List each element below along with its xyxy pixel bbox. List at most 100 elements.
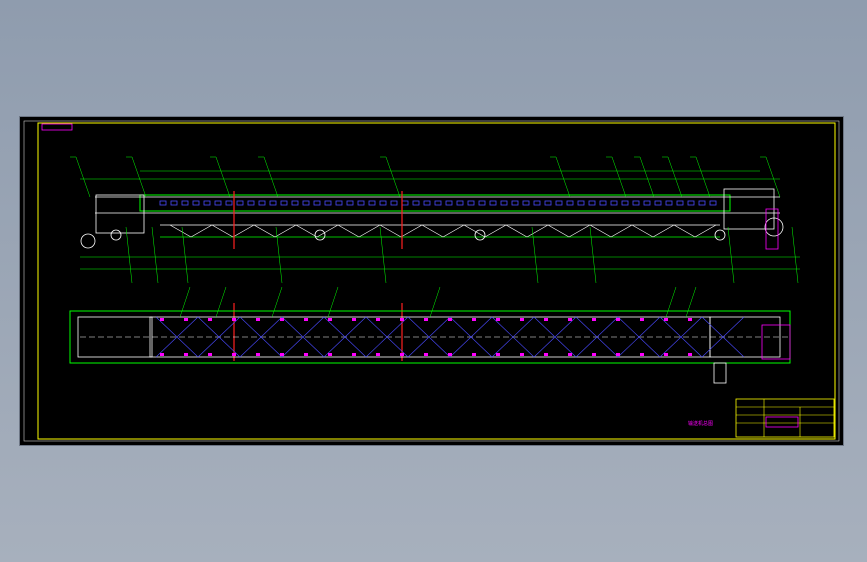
truss-brace [211, 224, 234, 238]
leader-line [531, 226, 539, 284]
cad-viewport[interactable]: 输送机总图 [0, 0, 867, 562]
leader-line [263, 156, 279, 198]
plan-outline [69, 310, 791, 364]
plan-bolt [304, 318, 308, 321]
plan-bolt [616, 353, 620, 356]
plan-bolt [160, 353, 164, 356]
plan-bolt [184, 353, 188, 356]
idler-roller [698, 200, 706, 206]
idler-roller [181, 200, 189, 206]
idler-roller [489, 200, 497, 206]
leader-line [75, 156, 91, 198]
leader-line [791, 226, 799, 284]
idler-roller [368, 200, 376, 206]
plan-bolt [448, 353, 452, 356]
idler-group [159, 200, 717, 206]
truss-brace [484, 224, 507, 238]
truss-brace [463, 224, 486, 238]
drawing-sheet[interactable]: 输送机总图 [20, 117, 843, 445]
truss-brace [673, 224, 696, 238]
plan-bolt [376, 318, 380, 321]
idler-roller [544, 200, 552, 206]
idler-roller [159, 200, 167, 206]
plan-bolt [544, 318, 548, 321]
leader-line [181, 226, 189, 284]
plan-bolt [688, 353, 692, 356]
plan-bolt [232, 353, 236, 356]
drawing-stamp: 输送机总图 [688, 420, 713, 427]
leader-line [555, 156, 571, 198]
plan-drive-unit [761, 324, 791, 360]
idler-roller [335, 200, 343, 206]
idler-roller [599, 200, 607, 206]
plan-bolt [400, 318, 404, 321]
idler-roller [665, 200, 673, 206]
idler-roller [313, 200, 321, 206]
support-wheel [714, 229, 726, 241]
leader-line [271, 286, 283, 318]
plan-bolt [328, 318, 332, 321]
idler-roller [533, 200, 541, 206]
idler-roller [269, 200, 277, 206]
truss-brace [169, 224, 192, 238]
idler-roller [258, 200, 266, 206]
leader-line [685, 286, 697, 318]
idler-roller [555, 200, 563, 206]
idler-roller [434, 200, 442, 206]
support-wheel [110, 229, 122, 241]
plan-bolt [496, 318, 500, 321]
leader-line [589, 226, 597, 284]
idler-roller [291, 200, 299, 206]
truss-brace [442, 224, 465, 238]
plan-bolt [424, 318, 428, 321]
plan-bolt [304, 353, 308, 356]
plan-bolt [208, 318, 212, 321]
idler-roller [676, 200, 684, 206]
plan-bolt [400, 353, 404, 356]
truss-brace [589, 224, 612, 238]
truss-brace [358, 224, 381, 238]
idler-roller [467, 200, 475, 206]
conveyor-drawing[interactable]: 输送机总图 [20, 117, 843, 445]
plan-bolt [472, 318, 476, 321]
idler-roller [643, 200, 651, 206]
idler-roller [170, 200, 178, 206]
idler-roller [456, 200, 464, 206]
plan-bolt [568, 353, 572, 356]
truss-brace [652, 224, 675, 238]
idler-roller [687, 200, 695, 206]
leader-line [125, 226, 133, 284]
plan-bolt [160, 318, 164, 321]
idler-roller [610, 200, 618, 206]
drawing-number-tag [41, 123, 73, 131]
idler-roller [324, 200, 332, 206]
plan-bolt [592, 353, 596, 356]
plan-bolt [448, 318, 452, 321]
idler-roller [302, 200, 310, 206]
truss-brace [379, 224, 402, 238]
idler-roller [632, 200, 640, 206]
idler-roller [203, 200, 211, 206]
truss-brace [253, 224, 276, 238]
idler-roller [566, 200, 574, 206]
plan-motor [713, 362, 727, 384]
leader-line [131, 156, 147, 198]
idler-roller [346, 200, 354, 206]
plan-bolt [280, 353, 284, 356]
idler-roller [522, 200, 530, 206]
elevation-view [70, 156, 800, 284]
plan-bolt [544, 353, 548, 356]
plan-view [69, 286, 791, 384]
support-leg-group [110, 229, 726, 241]
plan-bolt [352, 318, 356, 321]
leader-line [275, 226, 283, 284]
truss-brace [610, 224, 633, 238]
title-block [735, 398, 835, 438]
plan-bolt [640, 353, 644, 356]
plan-bolt [592, 318, 596, 321]
leader-line [727, 226, 735, 284]
truss-brace [526, 224, 549, 238]
leader-line [665, 286, 677, 318]
plan-bolt [520, 318, 524, 321]
idler-roller [511, 200, 519, 206]
